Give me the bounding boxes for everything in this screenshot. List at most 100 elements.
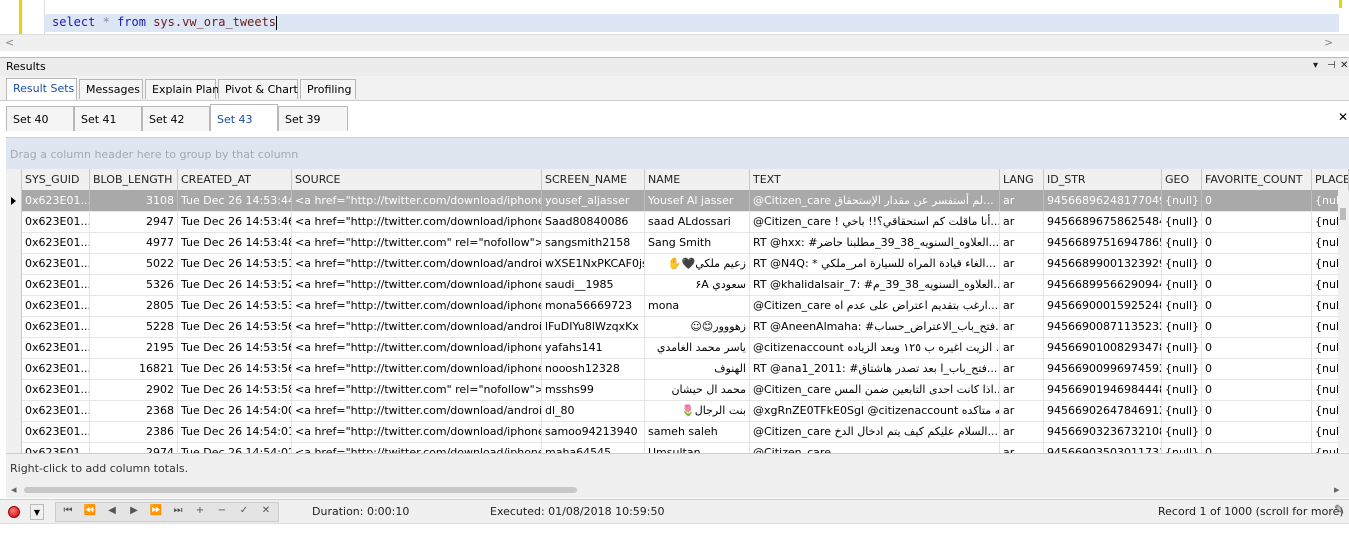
cell-lang[interactable]: ar (1000, 421, 1044, 442)
cell-source[interactable]: <a href="http://twitter.com/download/iph… (292, 421, 542, 442)
cell-lang[interactable]: ar (1000, 400, 1044, 421)
cell-geo[interactable]: {null} (1162, 379, 1202, 400)
cell-source[interactable]: <a href="http://twitter.com/download/iph… (292, 190, 542, 211)
column-header[interactable]: CREATED_AT (178, 169, 292, 190)
cell-favorite-count[interactable]: 0 (1202, 232, 1312, 253)
cell-sys-guid[interactable]: 0x623E01... (22, 316, 90, 337)
delete-record-icon[interactable]: − (212, 505, 232, 516)
cell-source[interactable]: <a href="http://twitter.com/download/iph… (292, 295, 542, 316)
cell-lang[interactable]: ar (1000, 274, 1044, 295)
cell-id-str[interactable]: 945668975169478656 (1044, 232, 1162, 253)
cell-created-at[interactable]: Tue Dec 26 14:54:02 (178, 442, 292, 453)
cell-id-str[interactable]: 945669019469844480 (1044, 379, 1162, 400)
cell-blob-length[interactable]: 2386 (90, 421, 178, 442)
cell-id-str[interactable]: 945669000159252480 (1044, 295, 1162, 316)
tab-set-40[interactable]: Set 40 (6, 106, 74, 131)
table-row[interactable]: 0x623E01... 2386 Tue Dec 26 14:54:01 <a hre… (6, 421, 1349, 443)
cell-screen-name[interactable]: wXSE1NxPKCAF0js (542, 253, 645, 274)
cell-sys-guid[interactable]: 0x623E01... (22, 442, 90, 453)
chevron-down-icon[interactable]: ▼ (30, 504, 44, 520)
column-totals-bar[interactable]: Right-click to add column totals. (6, 453, 1349, 482)
cell-favorite-count[interactable]: 0 (1202, 379, 1312, 400)
cell-created-at[interactable]: Tue Dec 26 14:53:56 (178, 337, 292, 358)
cell-source[interactable]: <a href="http://twitter.com/download/iph… (292, 358, 542, 379)
panel-close-icon[interactable]: ✕ (1340, 60, 1348, 71)
cell-created-at[interactable]: Tue Dec 26 14:54:00 (178, 400, 292, 421)
cell-sys-guid[interactable]: 0x623E01... (22, 274, 90, 295)
cell-lang[interactable]: ar (1000, 337, 1044, 358)
vertical-scroll-thumb[interactable] (1340, 208, 1346, 220)
cell-text[interactable]: @Citizen_care اذا كانت احدى التابعين ضمن… (750, 379, 1000, 400)
cell-screen-name[interactable]: sangsmith2158 (542, 232, 645, 253)
scroll-right-icon[interactable]: ▸ (1334, 483, 1340, 496)
cell-text[interactable]: @Citizen_care ! أنا ماقلت كم استحقاقي؟!!… (750, 211, 1000, 232)
tab-profiling[interactable]: Profiling (300, 79, 356, 99)
cell-text[interactable]: RT @ana1_2011: #فتح_باب_ا بعد تصدر هاشتا… (750, 358, 1000, 379)
cell-created-at[interactable]: Tue Dec 26 14:53:48 (178, 232, 292, 253)
cell-blob-length[interactable]: 4977 (90, 232, 178, 253)
cell-created-at[interactable]: Tue Dec 26 14:53:53 (178, 295, 292, 316)
cell-favorite-count[interactable]: 0 (1202, 421, 1312, 442)
row-indicator[interactable] (6, 190, 22, 211)
cell-geo[interactable]: {null} (1162, 421, 1202, 442)
cell-created-at[interactable]: Tue Dec 26 14:53:52 (178, 274, 292, 295)
close-set-icon[interactable]: ✕ (1338, 110, 1348, 124)
table-row[interactable]: 0x623E01... 5022 Tue Dec 26 14:53:51 <a hre… (6, 253, 1349, 275)
cell-blob-length[interactable]: 2974 (90, 442, 178, 453)
cell-blob-length[interactable]: 5022 (90, 253, 178, 274)
cell-source[interactable]: <a href="http://twitter.com/download/iph… (292, 337, 542, 358)
cell-sys-guid[interactable]: 0x623E01... (22, 253, 90, 274)
cell-geo[interactable]: {null} (1162, 253, 1202, 274)
cell-source[interactable]: <a href="http://twitter.com/download/iph… (292, 211, 542, 232)
cell-text[interactable]: @Citizen_care ... (750, 442, 1000, 453)
cell-name[interactable]: mona (645, 295, 750, 316)
pin-icon[interactable]: ⊣ (1327, 60, 1336, 71)
cell-screen-name[interactable]: yafahs141 (542, 337, 645, 358)
results-grid[interactable]: SYS_GUID BLOB_LENGTH CREATED_AT SOURCE S… (6, 169, 1349, 453)
cell-id-str[interactable]: 945668967586254848 (1044, 211, 1162, 232)
column-header[interactable]: FAVORITE_COUNT (1202, 169, 1312, 190)
cell-favorite-count[interactable]: 0 (1202, 358, 1312, 379)
cell-text[interactable]: RT @N4Q: * الغاء قيادة المراه للسيارة ام… (750, 253, 1000, 274)
post-edit-icon[interactable]: ✓ (234, 505, 254, 516)
cell-blob-length[interactable]: 5228 (90, 316, 178, 337)
row-indicator[interactable] (6, 442, 22, 453)
column-header[interactable]: TEXT (750, 169, 1000, 190)
grid-horizontal-scrollbar[interactable]: ◂ ▸ (6, 482, 1349, 498)
table-row[interactable]: 0x623E01... 2368 Tue Dec 26 14:54:00 <a hre… (6, 400, 1349, 422)
row-indicator[interactable] (6, 316, 22, 337)
row-indicator[interactable] (6, 337, 22, 358)
cell-favorite-count[interactable]: 0 (1202, 442, 1312, 453)
cell-source[interactable]: <a href="http://twitter.com" rel="nofoll… (292, 232, 542, 253)
table-row[interactable]: 0x623E01... 2947 Tue Dec 26 14:53:46 <a hre… (6, 211, 1349, 233)
first-record-icon[interactable]: ⏮ (58, 505, 78, 516)
panel-menu-icon[interactable]: ▾ (1313, 60, 1318, 71)
table-row[interactable]: 0x623E01... 2805 Tue Dec 26 14:53:53 <a hre… (6, 295, 1349, 317)
tab-set-39[interactable]: Set 39 (278, 106, 348, 131)
cell-favorite-count[interactable]: 0 (1202, 253, 1312, 274)
cell-geo[interactable]: {null} (1162, 442, 1202, 453)
cell-geo[interactable]: {null} (1162, 337, 1202, 358)
next-page-icon[interactable]: ⏩ (146, 505, 166, 516)
cell-sys-guid[interactable]: 0x623E01... (22, 337, 90, 358)
tab-result-sets[interactable]: Result Sets (6, 78, 77, 100)
cell-source[interactable]: <a href="http://twitter.com/download/and… (292, 316, 542, 337)
table-row[interactable]: 0x623E01... 16821 Tue Dec 26 14:53:56 <a hr… (6, 358, 1349, 380)
cell-geo[interactable]: {null} (1162, 400, 1202, 421)
row-indicator[interactable] (6, 358, 22, 379)
table-row[interactable]: 0x623E01... 4977 Tue Dec 26 14:53:48 <a hre… (6, 232, 1349, 254)
cell-name[interactable]: سعودي ۶A (645, 274, 750, 295)
cell-lang[interactable]: ar (1000, 190, 1044, 211)
row-indicator[interactable] (6, 253, 22, 274)
column-header[interactable]: GEO (1162, 169, 1202, 190)
cell-source[interactable]: <a href="http://twitter.com" rel="nofoll… (292, 379, 542, 400)
edit-icon[interactable]: ✎ (1334, 503, 1345, 518)
cell-id-str[interactable]: 945668990013239297 (1044, 253, 1162, 274)
cell-text[interactable]: RT @hxx: #العلاوه_السنويه_38_39_مطلبنا ح… (750, 232, 1000, 253)
column-header[interactable]: NAME (645, 169, 750, 190)
cell-screen-name[interactable]: dl_80 (542, 400, 645, 421)
next-record-icon[interactable]: ▶ (124, 505, 144, 516)
cell-blob-length[interactable]: 5326 (90, 274, 178, 295)
scroll-right-icon[interactable]: > (1324, 36, 1333, 49)
record-icon[interactable] (8, 506, 20, 518)
